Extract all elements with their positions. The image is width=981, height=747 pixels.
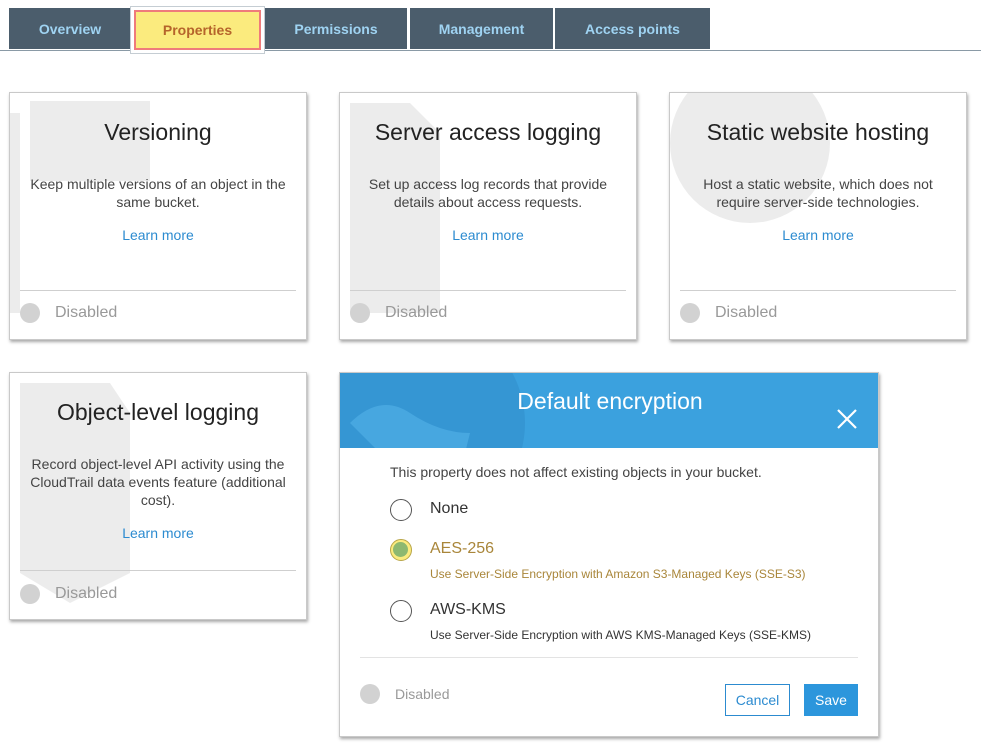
server-access-logging-card[interactable]: Server access logging Set up access log …	[339, 92, 637, 340]
save-button[interactable]: Save	[804, 684, 858, 716]
learn-more-link[interactable]: Learn more	[10, 525, 306, 541]
status-indicator: Disabled	[20, 303, 117, 323]
dialog-note: This property does not affect existing o…	[390, 464, 762, 480]
status-dot-icon	[20, 303, 40, 323]
option-description: Use Server-Side Encryption with AWS KMS-…	[430, 628, 812, 642]
option-description: Use Server-Side Encryption with Amazon S…	[430, 567, 806, 581]
status-dot-icon	[360, 684, 380, 704]
tab-bar-divider	[0, 50, 981, 51]
versioning-card[interactable]: Versioning Keep multiple versions of an …	[9, 92, 307, 340]
card-divider	[20, 290, 296, 291]
default-encryption-dialog: Default encryption This property does no…	[339, 372, 879, 737]
tab-access-points[interactable]: Access points	[555, 8, 710, 49]
card-title: Server access logging	[374, 119, 602, 145]
status-label: Disabled	[55, 585, 118, 602]
tab-management[interactable]: Management	[410, 8, 553, 49]
status-label: Disabled	[715, 304, 778, 321]
object-level-logging-card[interactable]: Object-level logging Record object-level…	[9, 372, 307, 620]
dialog-divider	[360, 657, 858, 658]
radio-none[interactable]	[390, 499, 412, 521]
dialog-header: Default encryption	[340, 373, 878, 448]
card-divider	[20, 570, 296, 571]
learn-more-link[interactable]: Learn more	[670, 227, 966, 243]
card-description: Record object-level API activity using t…	[30, 456, 286, 508]
cancel-button[interactable]: Cancel	[725, 684, 790, 716]
option-label: None	[430, 500, 469, 517]
status-label: Disabled	[385, 304, 448, 321]
option-label: AWS-KMS	[430, 601, 506, 618]
card-title: Versioning	[104, 119, 212, 145]
static-website-hosting-card[interactable]: Static website hosting Host a static web…	[669, 92, 967, 340]
status-label: Disabled	[55, 304, 118, 321]
option-label: AES-256	[430, 540, 495, 557]
card-divider	[350, 290, 626, 291]
tab-bar: Overview Properties Permissions Manageme…	[0, 0, 981, 52]
tab-permissions[interactable]: Permissions	[265, 8, 407, 49]
status-indicator: Disabled	[20, 584, 117, 604]
card-description: Keep multiple versions of an object in t…	[30, 176, 286, 210]
card-title: Static website hosting	[706, 119, 930, 145]
status-indicator: Disabled	[350, 303, 447, 323]
dialog-title: Default encryption	[517, 388, 703, 414]
close-icon[interactable]	[835, 407, 859, 431]
status-dot-icon	[350, 303, 370, 323]
tab-overview[interactable]: Overview	[9, 8, 131, 49]
learn-more-link[interactable]: Learn more	[10, 227, 306, 243]
card-title: Object-level logging	[56, 399, 259, 425]
radio-aes-256[interactable]	[390, 539, 412, 561]
radio-selected-dot-icon	[393, 542, 408, 557]
status-indicator: Disabled	[360, 684, 449, 704]
status-indicator: Disabled	[680, 303, 777, 323]
card-divider	[680, 290, 956, 291]
radio-aws-kms[interactable]	[390, 600, 412, 622]
tab-properties[interactable]: Properties	[134, 10, 261, 50]
card-description: Host a static website, which does not re…	[703, 176, 933, 210]
status-dot-icon	[20, 584, 40, 604]
status-dot-icon	[680, 303, 700, 323]
status-label: Disabled	[395, 686, 450, 702]
learn-more-link[interactable]: Learn more	[340, 227, 636, 243]
card-description: Set up access log records that provide d…	[368, 176, 608, 210]
